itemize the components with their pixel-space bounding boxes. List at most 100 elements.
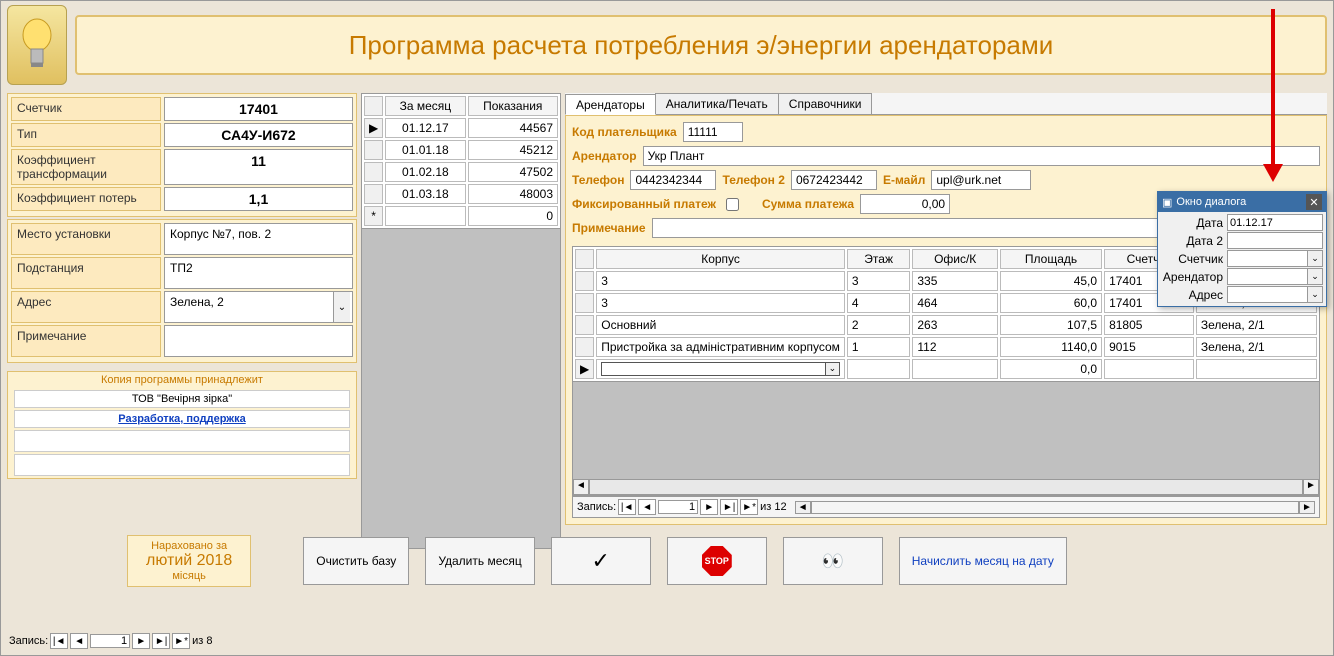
scroll-left-icon[interactable]: ◄ <box>573 479 589 495</box>
app-nav-next-icon[interactable]: ► <box>132 633 150 649</box>
nav-new-icon[interactable]: ►* <box>740 499 758 515</box>
form-icon: ▣ <box>1162 196 1172 209</box>
lbl-tenant-note: Примечание <box>572 221 646 235</box>
lbl-phone: Телефон <box>572 173 624 187</box>
col-floor[interactable]: Этаж <box>847 249 910 269</box>
binoculars-icon: 👀 <box>822 551 844 572</box>
app-nav-new-icon[interactable]: ►* <box>172 633 190 649</box>
dialog-tenant-combo[interactable] <box>1227 268 1323 285</box>
readings-row: ▶01.12.1744567 <box>364 118 558 138</box>
license-blank1 <box>14 430 350 452</box>
readings-row: 01.01.1845212 <box>364 140 558 160</box>
lbl-fixed: Фиксированный платеж <box>572 197 716 211</box>
title-box: Программа расчета потребления э/энергии … <box>75 15 1327 75</box>
confirm-button[interactable]: ✓ <box>551 537 651 585</box>
value-kloss[interactable]: 1,1 <box>164 187 353 211</box>
tab-strip: Арендаторы Аналитика/Печать Справочники <box>565 93 1327 115</box>
label-counter: Счетчик <box>11 97 161 121</box>
right-panel: Арендаторы Аналитика/Печать Справочники … <box>565 93 1327 525</box>
search-button[interactable]: 👀 <box>783 537 883 585</box>
app-nav-prev-icon[interactable]: ◄ <box>70 633 88 649</box>
nav-next-icon[interactable]: ► <box>700 499 718 515</box>
check-fixed[interactable] <box>726 198 739 211</box>
stop-icon: STOP <box>702 546 732 576</box>
month-accrued-box: Нараховано за лютий 2018 місяць <box>127 535 251 587</box>
nav-pos-input[interactable] <box>658 500 698 514</box>
main-area: Счетчик 17401 Тип СА4У-И672 Коэффициент … <box>1 89 1333 529</box>
lbl-payer-code: Код плательщика <box>572 125 677 139</box>
value-note[interactable] <box>164 325 353 357</box>
readings-row: 01.03.1848003 <box>364 184 558 204</box>
value-type[interactable]: СА4У-И672 <box>164 123 353 147</box>
label-place: Место установки <box>11 223 161 255</box>
label-note: Примечание <box>11 325 161 357</box>
delete-month-button[interactable]: Удалить месяц <box>425 537 534 585</box>
label-type: Тип <box>11 123 161 147</box>
calc-month-button[interactable]: Начислить месяц на дату <box>899 537 1067 585</box>
stop-button[interactable]: STOP <box>667 537 767 585</box>
readings-row-new: *0 <box>364 206 558 226</box>
label-ktrans: Коэффициент трансформации <box>11 149 161 185</box>
filter-dialog[interactable]: ▣ Окно диалога ✕ Дата Дата 2 Счетчик Аре… <box>1157 191 1327 307</box>
input-email[interactable] <box>931 170 1031 190</box>
input-tenant[interactable] <box>643 146 1320 166</box>
input-sum[interactable] <box>860 194 950 214</box>
col-reading[interactable]: Показания <box>468 96 558 116</box>
nav-first-icon[interactable]: |◄ <box>618 499 636 515</box>
dialog-title: Окно диалога <box>1176 196 1246 208</box>
readings-grid-empty <box>361 229 561 549</box>
tenant-record-nav: Запись: |◄ ◄ ► ►| ►* из 12 ◄ ► <box>572 496 1320 518</box>
dialog-counter-combo[interactable] <box>1227 250 1323 267</box>
input-phone2[interactable] <box>791 170 877 190</box>
license-blank2 <box>14 454 350 476</box>
dialog-date-input[interactable] <box>1227 214 1323 231</box>
col-office[interactable]: Офис/К <box>912 249 998 269</box>
value-substation[interactable]: ТП2 <box>164 257 353 289</box>
lbl-tenant: Арендатор <box>572 149 637 163</box>
app-nav-last-icon[interactable]: ►| <box>152 633 170 649</box>
dev-support-link[interactable]: Разработка, поддержка <box>14 410 350 428</box>
readings-row: 01.02.1847502 <box>364 162 558 182</box>
check-icon: ✓ <box>592 548 610 574</box>
lbl-email: Е-майл <box>883 173 925 187</box>
lbl-phone2: Телефон 2 <box>722 173 784 187</box>
col-building[interactable]: Корпус <box>596 249 845 269</box>
value-ktrans[interactable]: 11 <box>164 149 353 185</box>
annotation-arrow-icon <box>1263 9 1283 189</box>
col-area[interactable]: Площадь <box>1000 249 1102 269</box>
app-nav-pos-input[interactable] <box>90 634 130 648</box>
value-address[interactable]: Зелена, 2 <box>164 291 353 323</box>
subform-scroll-right-icon[interactable]: ► <box>1299 501 1315 514</box>
premises-row: Основний2263107,581805Зелена, 2/1 <box>575 315 1317 335</box>
premises-hscroll[interactable]: ◄ ► <box>573 479 1319 495</box>
nav-prev-icon[interactable]: ◄ <box>638 499 656 515</box>
tab-body: Код плательщика Арендатор Телефон Телефо… <box>565 115 1327 525</box>
close-icon[interactable]: ✕ <box>1306 194 1322 210</box>
bottom-bar: Нараховано за лютий 2018 місяць Очистить… <box>1 529 1333 593</box>
tab-reference[interactable]: Справочники <box>778 93 873 114</box>
input-payer-code[interactable] <box>683 122 743 142</box>
col-month[interactable]: За месяц <box>385 96 465 116</box>
clear-db-button[interactable]: Очистить базу <box>303 537 409 585</box>
premises-grid-space: ◄ ► <box>572 382 1320 496</box>
input-phone[interactable] <box>630 170 716 190</box>
nav-last-icon[interactable]: ►| <box>720 499 738 515</box>
nav-label: Запись: <box>577 501 616 513</box>
dialog-date2-input[interactable] <box>1227 232 1323 249</box>
main-window: Программа расчета потребления э/энергии … <box>0 0 1334 656</box>
lbl-sum: Сумма платежа <box>762 197 854 211</box>
scroll-right-icon[interactable]: ► <box>1303 479 1319 495</box>
tab-analytics[interactable]: Аналитика/Печать <box>655 93 779 114</box>
subform-scroll-left-icon[interactable]: ◄ <box>795 501 811 514</box>
premises-row: Пристройка за адміністративним корпусом1… <box>575 337 1317 357</box>
bulb-icon <box>7 5 67 85</box>
value-place[interactable]: Корпус №7, пов. 2 <box>164 223 353 255</box>
app-nav-first-icon[interactable]: |◄ <box>50 633 68 649</box>
dialog-titlebar[interactable]: ▣ Окно диалога ✕ <box>1158 192 1326 212</box>
readings-panel: За месяц Показания ▶01.12.1744567 01.01.… <box>361 93 561 525</box>
dialog-addr-combo[interactable] <box>1227 286 1323 303</box>
app-title: Программа расчета потребления э/энергии … <box>349 30 1054 61</box>
value-counter[interactable]: 17401 <box>164 97 353 121</box>
readings-grid[interactable]: За месяц Показания ▶01.12.1744567 01.01.… <box>361 93 561 229</box>
tab-tenants[interactable]: Арендаторы <box>565 94 656 115</box>
